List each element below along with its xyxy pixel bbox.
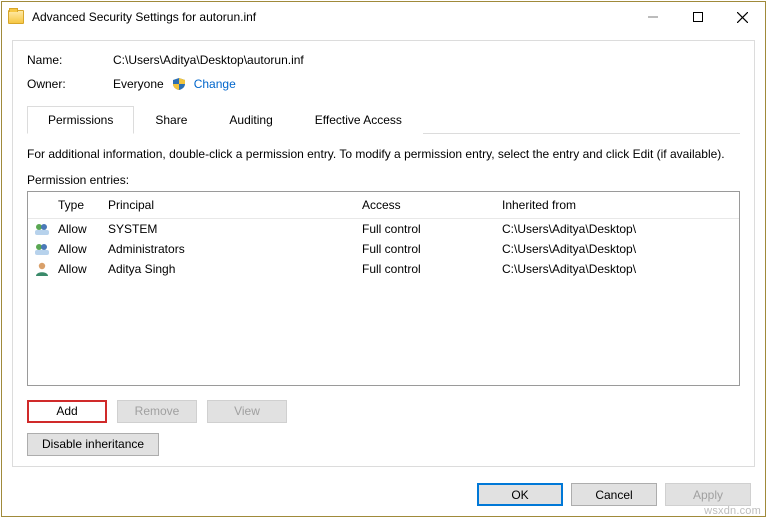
remove-button[interactable]: Remove [117,400,197,423]
cell-principal: Administrators [108,242,362,256]
ok-button[interactable]: OK [477,483,563,506]
owner-value: Everyone [113,77,164,91]
add-button[interactable]: Add [27,400,107,423]
table-row[interactable]: Allow SYSTEM Full control C:\Users\Adity… [28,219,739,239]
group-icon [34,241,50,257]
col-principal[interactable]: Principal [108,198,362,212]
cell-inherited: C:\Users\Aditya\Desktop\ [502,242,733,256]
cell-principal: SYSTEM [108,222,362,236]
name-label: Name: [27,53,113,67]
col-type[interactable]: Type [58,198,108,212]
window-title: Advanced Security Settings for autorun.i… [32,10,630,24]
tabs: Permissions Share Auditing Effective Acc… [27,105,740,134]
cell-access: Full control [362,262,502,276]
owner-row: Owner: Everyone Change [27,77,740,91]
cell-access: Full control [362,222,502,236]
table-row[interactable]: Allow Administrators Full control C:\Use… [28,239,739,259]
tab-effective-access[interactable]: Effective Access [294,106,423,134]
group-icon [34,221,50,237]
cell-type: Allow [58,222,108,236]
disable-inheritance-button[interactable]: Disable inheritance [27,433,159,456]
apply-button[interactable]: Apply [665,483,751,506]
maximize-button[interactable] [675,3,720,31]
permission-entries-label: Permission entries: [27,173,740,187]
info-text: For additional information, double-click… [27,146,740,163]
close-button[interactable] [720,3,765,31]
folder-icon [8,10,24,24]
tab-auditing[interactable]: Auditing [208,106,293,134]
inheritance-row: Disable inheritance [27,433,740,456]
cell-type: Allow [58,242,108,256]
permission-grid[interactable]: Type Principal Access Inherited from All… [27,191,740,386]
action-buttons: Add Remove View [27,400,740,423]
user-icon [34,261,50,277]
security-settings-window: Advanced Security Settings for autorun.i… [1,1,766,517]
cell-principal: Aditya Singh [108,262,362,276]
cancel-button[interactable]: Cancel [571,483,657,506]
content-panel: Name: C:\Users\Aditya\Desktop\autorun.in… [12,40,755,467]
tab-share[interactable]: Share [134,106,208,134]
change-owner-link[interactable]: Change [194,77,236,91]
cell-inherited: C:\Users\Aditya\Desktop\ [502,262,733,276]
shield-icon [172,77,186,91]
titlebar: Advanced Security Settings for autorun.i… [2,2,765,32]
view-button[interactable]: View [207,400,287,423]
col-inherited[interactable]: Inherited from [502,198,733,212]
cell-inherited: C:\Users\Aditya\Desktop\ [502,222,733,236]
name-value: C:\Users\Aditya\Desktop\autorun.inf [113,53,304,67]
grid-header: Type Principal Access Inherited from [28,192,739,219]
cell-type: Allow [58,262,108,276]
owner-label: Owner: [27,77,113,91]
cell-access: Full control [362,242,502,256]
table-row[interactable]: Allow Aditya Singh Full control C:\Users… [28,259,739,279]
name-row: Name: C:\Users\Aditya\Desktop\autorun.in… [27,53,740,67]
minimize-button[interactable] [630,3,675,31]
tab-permissions[interactable]: Permissions [27,106,134,134]
col-access[interactable]: Access [362,198,502,212]
dialog-footer: OK Cancel Apply [2,475,765,516]
